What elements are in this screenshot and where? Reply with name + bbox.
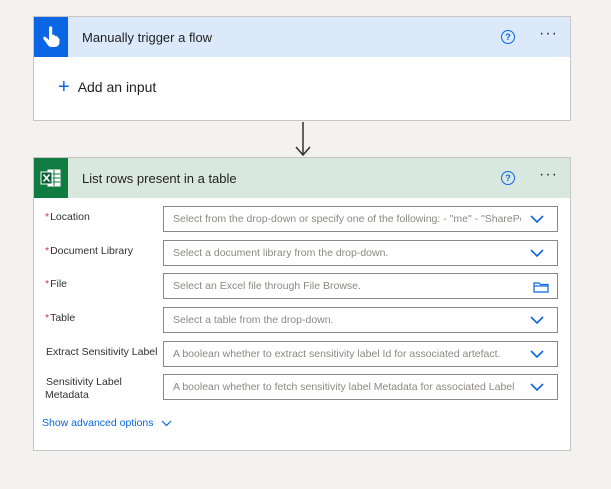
table-dropdown[interactable]: Select a table from the drop-down.: [163, 307, 558, 333]
required-marker: *: [45, 245, 50, 257]
field-label: *File: [45, 278, 163, 291]
plus-icon: +: [58, 76, 70, 98]
add-input-button[interactable]: + Add an input: [58, 76, 157, 98]
action-card: List rows present in a table ? ··· *Loca…: [33, 157, 571, 451]
field-label-text: Extract Sensitivity Label: [46, 346, 158, 358]
field-label: *Document Library: [45, 245, 163, 258]
field-table: *Table Select a table from the drop-down…: [34, 307, 570, 335]
help-icon[interactable]: ?: [501, 171, 516, 185]
field-label: Sensitivity Label Metadata: [45, 376, 157, 402]
placeholder-text: Select a document library from the drop-…: [173, 247, 389, 259]
field-label-text: Sensitivity Label Metadata: [45, 376, 122, 401]
placeholder-text: A boolean whether to extract sensitivity…: [173, 348, 501, 360]
field-label-text: Document Library: [50, 245, 133, 257]
trigger-card: Manually trigger a flow ? ··· + Add an i…: [33, 16, 571, 121]
hand-pointer-icon: [34, 17, 68, 57]
extract-sensitivity-label-dropdown[interactable]: A boolean whether to extract sensitivity…: [163, 341, 558, 367]
add-input-label: Add an input: [77, 79, 157, 95]
chevron-down-icon[interactable]: [530, 350, 544, 359]
field-label: *Location: [45, 211, 163, 224]
more-options-button[interactable]: ···: [539, 167, 558, 186]
trigger-card-header[interactable]: Manually trigger a flow ? ···: [34, 17, 570, 57]
chevron-down-icon[interactable]: [530, 383, 544, 392]
field-document-library: *Document Library Select a document libr…: [34, 240, 570, 268]
location-dropdown[interactable]: Select from the drop-down or specify one…: [163, 206, 558, 232]
chevron-down-icon[interactable]: [530, 249, 544, 258]
action-card-header[interactable]: List rows present in a table ? ···: [34, 158, 570, 198]
show-advanced-options-link[interactable]: Show advanced options: [42, 417, 172, 429]
field-label: Extract Sensitivity Label: [45, 346, 163, 359]
field-label-text: Table: [50, 312, 76, 324]
chevron-down-icon[interactable]: [530, 215, 544, 224]
chevron-down-icon: [161, 420, 171, 426]
action-title: List rows present in a table: [82, 170, 237, 186]
help-icon[interactable]: ?: [501, 30, 516, 44]
chevron-down-icon[interactable]: [530, 316, 544, 325]
placeholder-text: Select from the drop-down or specify one…: [173, 213, 521, 225]
field-label: *Table: [45, 312, 163, 325]
placeholder-text: Select a table from the drop-down.: [173, 314, 334, 326]
file-input[interactable]: Select an Excel file through File Browse…: [163, 273, 558, 299]
trigger-title: Manually trigger a flow: [82, 29, 213, 45]
required-marker: *: [45, 211, 50, 223]
placeholder-text: A boolean whether to fetch sensitivity l…: [173, 381, 515, 393]
field-sensitivity-label-metadata: Sensitivity Label Metadata A boolean whe…: [34, 374, 570, 402]
field-label-text: File: [50, 278, 68, 290]
field-label-text: Location: [50, 211, 90, 223]
folder-icon[interactable]: [533, 281, 549, 293]
more-options-button[interactable]: ···: [539, 26, 558, 45]
field-extract-sensitivity-label: Extract Sensitivity Label A boolean whet…: [34, 341, 570, 369]
required-marker: *: [45, 312, 50, 324]
advanced-options-label: Show advanced options: [42, 417, 154, 429]
placeholder-text: Select an Excel file through File Browse…: [173, 280, 361, 292]
required-marker: *: [45, 278, 50, 290]
field-location: *Location Select from the drop-down or s…: [34, 206, 570, 234]
field-file: *File Select an Excel file through File …: [34, 273, 570, 301]
excel-icon: [34, 158, 68, 198]
sensitivity-label-metadata-dropdown[interactable]: A boolean whether to fetch sensitivity l…: [163, 374, 558, 400]
document-library-dropdown[interactable]: Select a document library from the drop-…: [163, 240, 558, 266]
